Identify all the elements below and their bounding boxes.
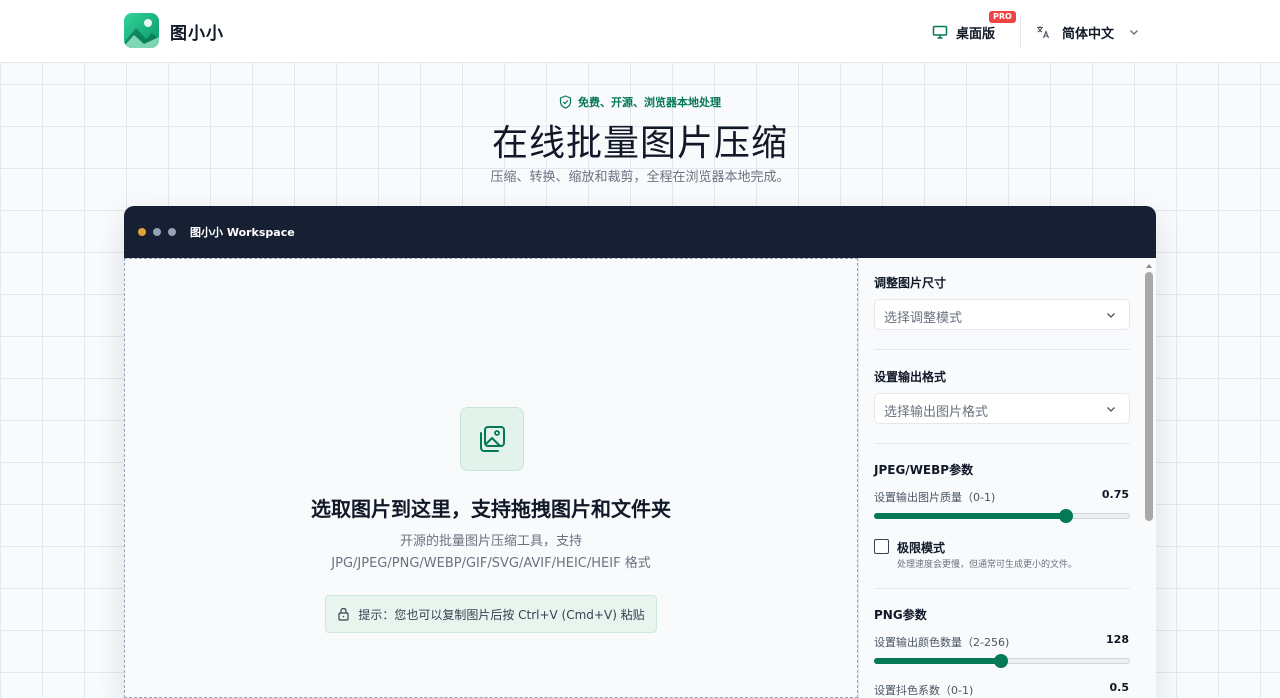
slider-fill	[874, 658, 1001, 664]
png-section-title: PNG参数	[874, 608, 927, 622]
chevron-down-icon	[1107, 407, 1115, 412]
paste-hint: 提示：您也可以复制图片后按 Ctrl+V (Cmd+V) 粘贴	[325, 595, 657, 633]
shield-check-icon	[559, 95, 572, 109]
chevron-down-icon	[1130, 30, 1139, 35]
resize-section-title: 调整图片尺寸	[874, 276, 947, 290]
quality-slider[interactable]	[874, 509, 1130, 523]
slider-fill	[874, 513, 1066, 519]
slider-thumb[interactable]	[1059, 509, 1073, 523]
window-dot-2	[153, 228, 161, 236]
slider-thumb[interactable]	[994, 654, 1008, 668]
dither-label: 设置抖色系数（0-1)	[874, 684, 974, 697]
monitor-icon	[932, 25, 948, 39]
scrollbar-thumb[interactable]	[1145, 272, 1153, 521]
top-navbar: 图小小 桌面版 PRO 简体中文	[0, 0, 1280, 63]
drop-zone-description: 开源的批量图片压缩工具，支持 JPG/JPEG/PNG/WEBP/GIF/SVG…	[125, 531, 857, 575]
brand-name[interactable]: 图小小	[170, 19, 224, 44]
extreme-mode-label[interactable]: 极限模式	[897, 539, 945, 556]
hero-badge: 免费、开源、浏览器本地处理	[0, 94, 1280, 110]
extreme-mode-checkbox[interactable]	[874, 539, 889, 554]
images-icon	[480, 426, 505, 452]
section-divider	[874, 588, 1130, 589]
colors-value: 128	[1106, 633, 1129, 646]
output-format-placeholder: 选择输出图片格式	[884, 405, 989, 420]
upload-icon-container	[460, 407, 524, 471]
colors-label: 设置输出颜色数量（2-256)	[874, 636, 1010, 649]
hero-badge-text: 免费、开源、浏览器本地处理	[578, 96, 721, 109]
page-title: 在线批量图片压缩	[491, 123, 788, 164]
drop-zone-title: 选取图片到这里，支持拖拽图片和文件夹	[311, 497, 671, 521]
scroll-up-arrow-icon[interactable]	[1146, 264, 1152, 268]
section-divider	[874, 443, 1130, 444]
jpeg-section-title: JPEG/WEBP参数	[874, 463, 974, 477]
resize-mode-placeholder: 选择调整模式	[884, 311, 963, 326]
language-label: 简体中文	[1062, 26, 1115, 42]
page-subtitle: 压缩、转换、缩放和裁剪，全程在浏览器本地完成。	[490, 170, 790, 185]
settings-panel: 调整图片尺寸 选择调整模式 设置输出格式 选择输出图片格式 JPEG/WEBP参…	[858, 258, 1156, 698]
settings-scrollbar[interactable]	[1144, 264, 1154, 692]
quality-label: 设置输出图片质量（0-1)	[874, 491, 996, 504]
desktop-version-label: 桌面版	[956, 26, 996, 42]
workspace-window: 图小小 Workspace 选取图片到这里，支持拖拽图片和文件夹 开源的批量图片…	[124, 206, 1156, 698]
image-drop-zone[interactable]: 选取图片到这里，支持拖拽图片和文件夹 开源的批量图片压缩工具，支持 JPG/JP…	[124, 258, 858, 698]
lock-icon	[338, 607, 349, 621]
resize-mode-select[interactable]: 选择调整模式	[874, 299, 1130, 330]
dither-value: 0.5	[1109, 681, 1130, 694]
chevron-down-icon	[1107, 313, 1115, 318]
format-section-title: 设置输出格式	[874, 370, 947, 384]
desktop-version-button[interactable]: 桌面版	[932, 18, 995, 46]
extreme-mode-hint: 处理速度会更慢，但通常可生成更小的文件。	[897, 560, 1078, 570]
pro-badge: PRO	[989, 11, 1016, 23]
colors-slider[interactable]	[874, 654, 1130, 668]
drop-desc-line-2: JPG/JPEG/PNG/WEBP/GIF/SVG/AVIF/HEIC/HEIF…	[331, 556, 651, 571]
paste-hint-text: 提示：您也可以复制图片后按 Ctrl+V (Cmd+V) 粘贴	[358, 607, 645, 622]
window-dot-3	[168, 228, 176, 236]
quality-value: 0.75	[1101, 488, 1129, 501]
translate-icon	[1037, 26, 1050, 39]
workspace-titlebar: 图小小 Workspace	[124, 206, 1156, 258]
app-logo-icon[interactable]	[124, 13, 159, 48]
window-dot-1	[138, 228, 146, 236]
drop-desc-line-1: 开源的批量图片压缩工具，支持	[399, 534, 582, 549]
workspace-title: 图小小 Workspace	[190, 226, 295, 239]
language-selector[interactable]: 简体中文	[1036, 18, 1140, 46]
output-format-select[interactable]: 选择输出图片格式	[874, 393, 1130, 424]
section-divider	[874, 349, 1130, 350]
header-divider	[1020, 16, 1021, 48]
